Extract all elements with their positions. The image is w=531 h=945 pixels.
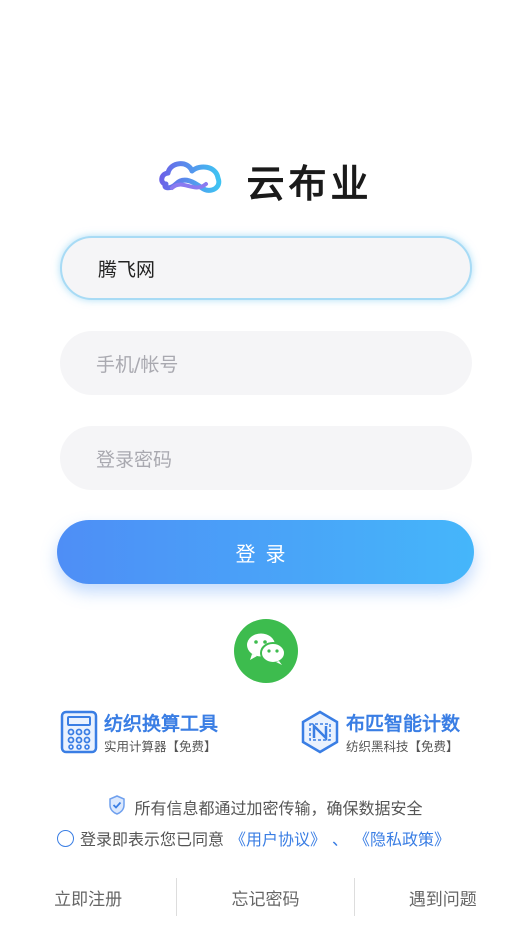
security-notice: 所有信息都通过加密传输，确保数据安全 [0, 795, 531, 819]
tool-subtitle: 实用计算器【免费】 [104, 739, 217, 754]
password-field-placeholder: 登录密码 [96, 448, 173, 471]
agree-text: 登录即表示您已同意 [80, 830, 225, 849]
brand-header: 云布业 [0, 150, 531, 210]
calculator-icon [60, 710, 98, 758]
shield-icon [108, 795, 126, 819]
footer-links: 立即注册 忘记密码 遇到问题 [0, 878, 531, 916]
tool-textile-converter[interactable]: 纺织换算工具 实用计算器【免费】 [60, 710, 218, 758]
security-notice-text: 所有信息都通过加密传输，确保数据安全 [134, 799, 423, 818]
agreement-separator: 、 [332, 830, 349, 849]
tool-subtitle: 纺织黑科技【免费】 [346, 739, 459, 754]
agreement-row: 登录即表示您已同意 《用户协议》 、 《隐私政策》 [57, 826, 450, 850]
login-button-label: 登录 [235, 541, 296, 566]
account-field-placeholder: 手机/帐号 [96, 353, 179, 376]
tool-title: 布匹智能计数 [346, 713, 461, 735]
company-field-value: 腾飞网 [98, 258, 156, 281]
wechat-icon [244, 630, 288, 672]
account-field[interactable]: 手机/帐号 [60, 331, 472, 395]
tool-title: 纺织换算工具 [104, 713, 219, 735]
n-hexagon-icon [300, 710, 340, 758]
register-link[interactable]: 立即注册 [0, 885, 176, 910]
help-link[interactable]: 遇到问题 [355, 885, 531, 910]
app-title: 云布业 [246, 161, 373, 206]
privacy-policy-link[interactable]: 《隐私政策》 [354, 826, 450, 850]
company-field[interactable]: 腾飞网 [60, 236, 472, 300]
tool-fabric-counter[interactable]: 布匹智能计数 纺织黑科技【免费】 [300, 710, 460, 758]
user-agreement-link[interactable]: 《用户协议》 [230, 826, 326, 850]
password-field[interactable]: 登录密码 [60, 426, 472, 490]
wechat-login-button[interactable] [234, 619, 298, 683]
agree-checkbox[interactable] [57, 829, 74, 847]
cloud-infinity-icon [158, 158, 224, 202]
login-button[interactable]: 登录 [57, 520, 474, 584]
forgot-password-link[interactable]: 忘记密码 [177, 885, 353, 910]
